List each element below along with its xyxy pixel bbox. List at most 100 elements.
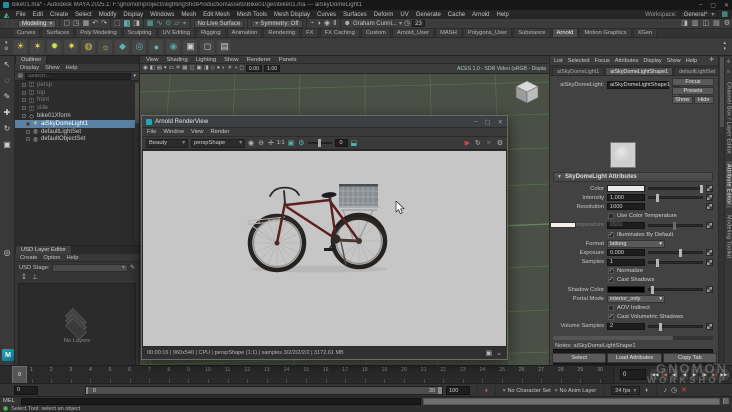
shelf-tab-custom[interactable]: Custom [360, 28, 391, 37]
outliner-tab[interactable]: Outliner [15, 55, 48, 64]
menu-cache[interactable]: Cache [448, 12, 465, 18]
workspace-settings-icon[interactable]: ⚙ [724, 20, 730, 27]
make-live-icon[interactable]: ⌖ [183, 20, 187, 27]
tool-settings-toggle-icon[interactable]: ▤ [713, 20, 720, 27]
rotate-tool-icon[interactable]: ↻ [2, 123, 13, 134]
render-icon[interactable]: ▣ [183, 39, 198, 54]
attribute-editor-toggle-icon[interactable]: ◫ [702, 20, 709, 27]
playback-speed-icon[interactable]: ◷ [671, 387, 677, 394]
viewport-menu-shading[interactable]: Shading [166, 57, 187, 63]
load-attributes-button[interactable]: Load Attributes [607, 353, 662, 363]
usd-menu-option[interactable]: Option [43, 255, 60, 261]
illuminates-by-default-checkbox[interactable]: ✓ [608, 231, 614, 238]
menu-mesh-display[interactable]: Mesh Display [274, 12, 310, 18]
resolution-gate-icon[interactable]: ▣ [196, 65, 201, 71]
viewport-menu-view[interactable]: View [146, 57, 158, 63]
view-cube[interactable] [514, 79, 540, 105]
outliner-menu-show[interactable]: Show [45, 65, 60, 71]
menu-help[interactable]: Help [496, 12, 508, 18]
standin-icon[interactable]: ◆ [115, 39, 130, 54]
menu-surfaces[interactable]: Surfaces [343, 12, 367, 18]
play-forwards-button[interactable]: ▶ [690, 368, 699, 381]
pin-icon[interactable]: ✛ [709, 57, 714, 64]
use-color-temperature-checkbox[interactable] [608, 213, 614, 220]
undo-icon[interactable]: ↶ [92, 20, 98, 27]
gpu-cache-icon[interactable]: ◎ [132, 39, 147, 54]
step-back-frame-button[interactable]: ◀| [670, 368, 679, 381]
shelf-tab-motion-graphics[interactable]: Motion Graphics [579, 28, 632, 37]
image-plane-icon[interactable]: ▭ [169, 65, 174, 71]
usd-menu-create[interactable]: Create [20, 255, 37, 261]
ae-menu-attributes[interactable]: Attributes [615, 58, 639, 64]
wireframe-icon[interactable]: ◇ [211, 65, 215, 71]
shelf-tab-animation[interactable]: Animation [226, 28, 263, 37]
temperature-swatch[interactable] [550, 222, 576, 229]
redo-icon[interactable]: ↷ [101, 20, 107, 27]
volume-samples-map-button[interactable] [706, 322, 713, 330]
sidebar-tab-attribute-editor[interactable]: Attribute Editor [725, 161, 732, 208]
step-back-key-button[interactable]: |◀ [660, 368, 669, 381]
ae-menu-selected[interactable]: Selected [568, 58, 590, 64]
outliner-item-defaultlightset[interactable]: ◍ defaultLightSet [15, 128, 139, 136]
paint-select-tool-icon[interactable]: ✎ [2, 91, 13, 102]
resolution-map-button[interactable] [706, 203, 713, 211]
select-tool-icon[interactable]: ↖ [2, 59, 13, 70]
renderview-menu-file[interactable]: File [147, 129, 156, 135]
normalize-checkbox[interactable]: ✓ [608, 268, 614, 275]
shelf-tab-uv-editing[interactable]: UV Editing [157, 28, 195, 37]
outliner-menu-display[interactable]: Display [20, 65, 39, 71]
audio-icon[interactable]: ♪ [664, 387, 668, 394]
select-camera-icon[interactable]: ◉ [143, 65, 148, 71]
shelf-tab-fx-caching[interactable]: FX Caching [319, 28, 360, 37]
shadow-color-swatch[interactable] [607, 286, 645, 294]
format-dropdown[interactable]: latlong ▾ [607, 239, 665, 248]
debug-shading-icon[interactable]: ⚙ [298, 140, 304, 147]
ipr-render-icon[interactable]: ◻ [200, 39, 215, 54]
lock-camera-icon[interactable]: ◧ [150, 65, 155, 71]
menu-generate[interactable]: Generate [416, 12, 441, 18]
start-render-icon[interactable]: ▶ [465, 140, 470, 147]
presets-button[interactable]: Presets [672, 87, 714, 95]
shelf-tab-substance[interactable]: Substance [513, 28, 551, 37]
pause-icon[interactable]: Ⅱ [333, 20, 336, 27]
outliner-search-input[interactable] [24, 72, 132, 80]
command-input[interactable] [21, 397, 421, 405]
auto-keyframe-icon[interactable]: ⬧ [485, 388, 488, 394]
menu-modify[interactable]: Modify [99, 12, 117, 18]
select-object-icon[interactable]: ◧ [123, 20, 131, 27]
temperature-map-button[interactable] [706, 221, 713, 229]
anim-layer-dropdown[interactable]: ▾ No Anim Layer [555, 388, 597, 394]
menu-display[interactable]: Display [123, 12, 143, 18]
edit-stage-icon[interactable]: ✎ [130, 265, 135, 271]
mel-toggle[interactable]: MEL [3, 398, 19, 404]
no-live-surface-button[interactable]: No Live Surface [193, 19, 245, 28]
gamma-field[interactable]: 1.00 [264, 65, 281, 72]
samples-field[interactable]: 1 [607, 258, 645, 266]
snap-plane-icon[interactable]: ▱ [174, 20, 179, 27]
character-set-dropdown[interactable]: ▾ No Character Set [503, 388, 551, 394]
shadows-icon[interactable]: ◑ [234, 65, 237, 71]
snap-grid-icon[interactable]: ▦ [147, 20, 154, 27]
channel-box-toggle-icon[interactable]: ▥ [692, 20, 699, 27]
menu-select[interactable]: Select [75, 12, 92, 18]
select-button[interactable]: Select [552, 353, 607, 363]
renderview-menu-render[interactable]: Render [210, 129, 229, 135]
outliner-item-front[interactable]: ◫ front [15, 97, 139, 105]
shelf-scroll-down-icon[interactable]: ▾ [723, 47, 726, 52]
renderview-maximize-button[interactable]: ▢ [484, 118, 490, 126]
shadow-color-map-button[interactable] [706, 286, 713, 294]
symmetry-dropdown[interactable]: ▾ Symmetry: Off [251, 19, 303, 28]
node-name-field[interactable]: aiSkyDomeLightShape1 [607, 81, 670, 89]
usd-stage-dropdown[interactable]: ▾ [51, 263, 128, 272]
portal-mode-dropdown[interactable]: interior_only ▾ [607, 294, 665, 303]
camera-dropdown[interactable]: perspShape ▾ [191, 138, 245, 148]
shelf-gear-icon[interactable]: ⚙ [4, 47, 8, 52]
ae-menu-list[interactable]: List [554, 58, 563, 64]
viewport-menu-show[interactable]: Show [224, 57, 239, 63]
open-scene-icon[interactable]: ◳ [73, 20, 80, 27]
abort-render-icon[interactable]: ✕ [486, 140, 492, 147]
shelf-tab-arnold[interactable]: Arnold [551, 28, 579, 37]
shaded-icon[interactable]: ● [217, 65, 220, 71]
exposure-slider[interactable] [648, 249, 703, 258]
expand-status-icon[interactable]: ⌄ [496, 350, 502, 357]
